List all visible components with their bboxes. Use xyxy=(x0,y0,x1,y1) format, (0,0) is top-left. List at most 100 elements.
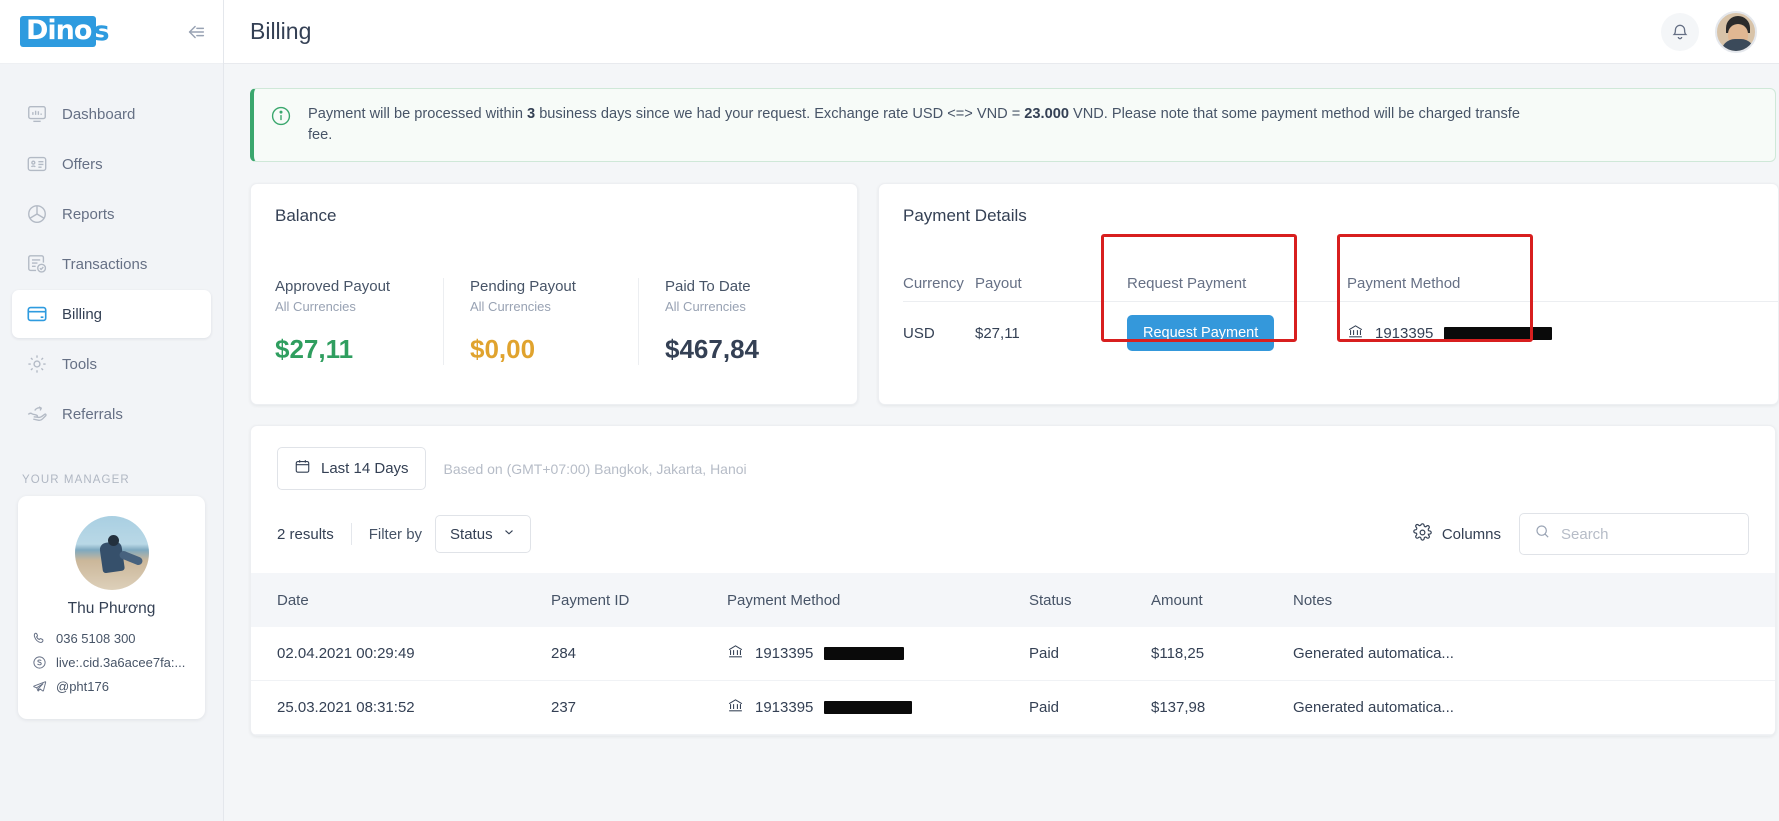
balance-card-title: Balance xyxy=(275,206,337,226)
sidebar-item-tools[interactable]: Tools xyxy=(12,340,211,388)
brand-row: Dino s xyxy=(0,0,223,64)
search-box[interactable] xyxy=(1519,513,1749,556)
banner-text-pre: Payment will be processed within xyxy=(308,106,528,122)
calendar-icon xyxy=(294,458,311,479)
sidebar-item-billing[interactable]: Billing xyxy=(12,290,211,338)
metric-paid-to-date: Paid To Date All Currencies $467,84 xyxy=(638,278,833,366)
phone-icon xyxy=(33,632,44,643)
payment-method-number: 1913395 xyxy=(1375,324,1434,342)
column-header-status[interactable]: Status xyxy=(1029,573,1151,628)
metric-approved-payout: Approved Payout All Currencies $27,11 xyxy=(275,278,443,365)
sidebar-item-transactions[interactable]: Transactions xyxy=(12,240,211,288)
reports-icon xyxy=(26,203,48,225)
billing-icon xyxy=(26,303,48,325)
manager-phone[interactable]: 036 5108 300 xyxy=(32,631,191,646)
avatar[interactable] xyxy=(1715,10,1757,53)
main-area: Billing Payment will be processed within… xyxy=(224,0,1779,821)
payment-details-table: Currency Payout Request Payment Payment … xyxy=(903,260,1778,364)
metric-value: $0,00 xyxy=(470,334,536,365)
column-header-date[interactable]: Date xyxy=(251,573,551,628)
column-header-payment-method[interactable]: Payment Method xyxy=(727,573,1029,628)
metric-sublabel: All Currencies xyxy=(470,299,551,315)
sidebar-item-reports[interactable]: Reports xyxy=(12,190,211,238)
tools-icon xyxy=(26,353,48,375)
top-bar: Billing xyxy=(224,0,1779,64)
payment-method-value: 1913395 xyxy=(1347,323,1778,344)
table-row[interactable]: 02.04.2021 00:29:49 284 1913395 Paid $11… xyxy=(251,627,1775,682)
info-banner-text: Payment will be processed within 3 busin… xyxy=(308,104,1520,146)
cell-date: 25.03.2021 08:31:52 xyxy=(251,680,551,736)
sidebar-item-label: Reports xyxy=(62,205,115,223)
info-circle-icon xyxy=(270,105,292,146)
manager-telegram-text: @pht176 xyxy=(56,679,109,694)
columns-button-label: Columns xyxy=(1441,525,1501,543)
bank-icon xyxy=(1347,323,1364,344)
payment-details-card: Payment Details Currency Payout Request … xyxy=(878,183,1779,406)
metric-sublabel: All Currencies xyxy=(665,299,746,315)
manager-section-heading: YOUR MANAGER xyxy=(22,474,130,486)
sidebar-item-dashboard[interactable]: Dashboard xyxy=(12,90,211,138)
request-payment-button[interactable]: Request Payment xyxy=(1127,315,1275,352)
offers-icon xyxy=(26,153,48,175)
table-head: Date Payment ID Payment Method Status Am… xyxy=(251,573,1775,628)
column-header-request-payment: Request Payment xyxy=(1127,275,1247,293)
payment-method-number: 1913395 xyxy=(755,699,814,717)
page-title: Billing xyxy=(250,18,312,44)
columns-button[interactable]: Columns xyxy=(1413,523,1501,546)
date-range-button[interactable]: Last 14 Days xyxy=(277,447,426,491)
search-icon xyxy=(1534,523,1551,545)
search-input[interactable] xyxy=(1561,525,1734,543)
skype-icon xyxy=(33,656,46,669)
bank-icon xyxy=(727,697,744,718)
cell-notes: Generated automatica... xyxy=(1293,627,1775,682)
content-area: Payment will be processed within 3 busin… xyxy=(224,64,1779,821)
cell-payment-method: 1913395 xyxy=(727,680,1029,736)
payment-details-title: Payment Details xyxy=(903,206,1027,226)
payments-table-panel: Last 14 Days Based on (GMT+07:00) Bangko… xyxy=(250,425,1776,737)
metric-pending-payout: Pending Payout All Currencies $0,00 xyxy=(443,278,638,366)
metric-value: $467,84 xyxy=(665,334,759,365)
payment-method-number: 1913395 xyxy=(755,645,814,663)
app-root: Dino s Dashboard Offers Reports Transact… xyxy=(0,0,1779,821)
column-header-amount[interactable]: Amount xyxy=(1151,573,1293,628)
sidebar-item-label: Transactions xyxy=(62,255,148,273)
table-body: 02.04.2021 00:29:49 284 1913395 Paid $11… xyxy=(251,627,1775,736)
sidebar-item-offers[interactable]: Offers xyxy=(12,140,211,188)
manager-name: Thu Phương xyxy=(67,600,156,617)
metric-sublabel: All Currencies xyxy=(275,299,356,315)
manager-telegram[interactable]: @pht176 xyxy=(32,679,191,694)
cell-request-payment: Request Payment xyxy=(1127,315,1347,352)
cell-notes: Generated automatica... xyxy=(1293,680,1775,736)
logo-main-text: Dino xyxy=(20,16,97,47)
status-filter-dropdown[interactable]: Status xyxy=(435,515,531,554)
gear-icon xyxy=(1413,523,1432,546)
top-bar-actions xyxy=(1661,10,1757,53)
status-badge: Paid xyxy=(1029,680,1151,736)
column-header-payment-id[interactable]: Payment ID xyxy=(551,573,727,628)
notification-bell-icon[interactable] xyxy=(1661,12,1699,51)
collapse-sidebar-icon[interactable] xyxy=(185,21,207,43)
timezone-note: Based on (GMT+07:00) Bangkok, Jakarta, H… xyxy=(443,460,747,477)
column-header-notes[interactable]: Notes xyxy=(1293,573,1775,628)
table-row[interactable]: 25.03.2021 08:31:52 237 1913395 Paid $13… xyxy=(251,680,1775,736)
banner-rate: 23.000 xyxy=(1024,106,1069,122)
filter-by-label: Filter by xyxy=(368,525,423,543)
cell-payout: $27,11 xyxy=(975,324,1020,342)
cell-payment-method: 1913395 xyxy=(1347,323,1778,344)
cell-amount: $118,25 xyxy=(1151,627,1293,682)
app-logo[interactable]: Dino s xyxy=(20,16,111,47)
payments-table: Date Payment ID Payment Method Status Am… xyxy=(251,573,1775,736)
sidebar: Dino s Dashboard Offers Reports Transact… xyxy=(0,0,224,821)
cell-payment-method: 1913395 xyxy=(727,627,1029,682)
toolbar-right: Columns xyxy=(1413,513,1749,556)
divider xyxy=(350,523,352,546)
filter-bar: 2 results Filter by Status Columns Searc… xyxy=(251,507,1775,573)
transactions-icon xyxy=(26,253,48,275)
manager-skype-text: live:.cid.3a6acee7fa:... xyxy=(56,655,186,670)
redacted-bar xyxy=(1444,326,1553,340)
manager-skype[interactable]: live:.cid.3a6acee7fa:... xyxy=(32,655,191,670)
referrals-icon xyxy=(26,403,48,425)
logo-tail-text: s xyxy=(93,16,111,47)
payment-details-header-row: Currency Payout Request Payment Payment … xyxy=(903,260,1778,303)
sidebar-item-referrals[interactable]: Referrals xyxy=(12,390,211,438)
